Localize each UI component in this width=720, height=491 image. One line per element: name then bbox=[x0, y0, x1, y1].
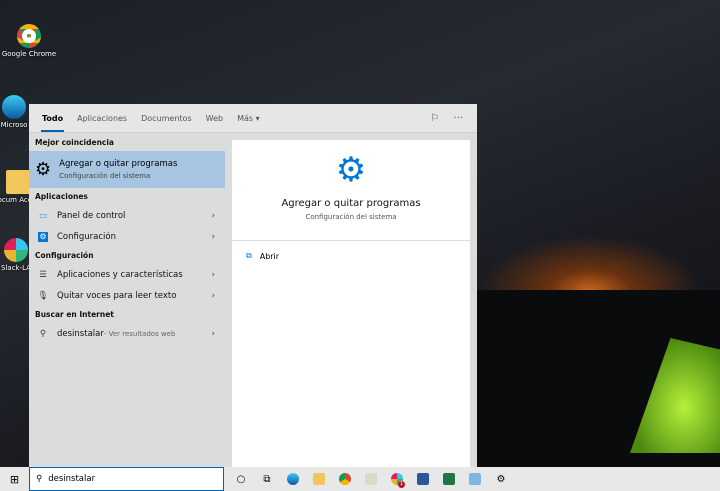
result-label: Quitar voces para leer texto bbox=[57, 290, 177, 301]
control-panel-icon: ▭ bbox=[38, 210, 48, 221]
desktop-icon-label: Slack-LA bbox=[1, 264, 31, 272]
more-options-icon[interactable]: ··· bbox=[453, 113, 463, 124]
result-configuracion[interactable]: ⚙ Configuración › bbox=[29, 226, 225, 247]
desktop-icon-label: Google Chrome bbox=[1, 50, 57, 58]
file-explorer-icon[interactable] bbox=[306, 467, 332, 491]
tab-todo[interactable]: Todo bbox=[35, 104, 70, 133]
results-list: Mejor coincidencia ⚙ Agregar o quitar pr… bbox=[29, 134, 225, 467]
taskbar-search-input[interactable]: ⚲ desinstalar bbox=[29, 467, 224, 491]
slack-icon[interactable]: 1 bbox=[384, 467, 410, 491]
search-icon: ⚲ bbox=[39, 328, 47, 339]
list-icon: ☰ bbox=[39, 269, 47, 280]
search-tabs: Todo Aplicaciones Documentos Web Más ▾ ⚐… bbox=[29, 104, 477, 133]
word-icon[interactable] bbox=[410, 467, 436, 491]
tab-web[interactable]: Web bbox=[199, 104, 230, 133]
open-label: Abrir bbox=[259, 251, 280, 261]
settings-icon[interactable]: ⚙ bbox=[488, 467, 514, 491]
excel-icon[interactable] bbox=[436, 467, 462, 491]
result-quitar-voces[interactable]: 🎙︎ Quitar voces para leer texto › bbox=[29, 285, 225, 306]
chevron-right-icon[interactable]: › bbox=[212, 270, 215, 280]
cortana-icon[interactable]: ○ bbox=[228, 467, 254, 491]
gear-icon: ⚙ bbox=[35, 159, 52, 180]
result-label: Configuración bbox=[57, 231, 116, 242]
tab-documentos[interactable]: Documentos bbox=[134, 104, 199, 133]
taskbar: ⊞ ⚲ desinstalar ○ ⧉ 1 ⚙ bbox=[0, 467, 720, 491]
open-action[interactable]: ⧉ Abrir bbox=[232, 241, 470, 271]
result-aplicaciones-caracteristicas[interactable]: ☰ Aplicaciones y características › bbox=[29, 264, 225, 285]
start-button[interactable]: ⊞ bbox=[0, 467, 29, 491]
best-match-subtitle: Configuración del sistema bbox=[59, 172, 151, 180]
settings-app-icon: ⚙ bbox=[38, 231, 48, 242]
remote-desktop-icon[interactable] bbox=[462, 467, 488, 491]
paint-icon[interactable] bbox=[358, 467, 384, 491]
result-web-search[interactable]: ⚲ desinstalar - Ver resultados web › bbox=[29, 323, 225, 344]
desktop-icon-label: Microso bbox=[0, 121, 28, 129]
notification-badge: 1 bbox=[398, 481, 405, 488]
best-match-title: Agregar o quitar programas bbox=[59, 159, 178, 169]
gear-icon: ⚙ bbox=[335, 150, 367, 190]
chrome-icon[interactable] bbox=[332, 467, 358, 491]
chevron-right-icon[interactable]: › bbox=[212, 232, 215, 242]
best-match-item[interactable]: ⚙ Agregar o quitar programas Configuraci… bbox=[29, 151, 225, 188]
preview-pane: ⚙ Agregar o quitar programas Configuraci… bbox=[232, 140, 470, 467]
chevron-right-icon[interactable]: › bbox=[212, 291, 215, 301]
web-query: desinstalar bbox=[57, 328, 104, 339]
tab-mas[interactable]: Más ▾ bbox=[230, 104, 267, 133]
preview-subtitle: Configuración del sistema bbox=[305, 213, 397, 221]
chevron-right-icon[interactable]: › bbox=[212, 329, 215, 339]
search-icon: ⚲ bbox=[36, 474, 43, 484]
preview-title: Agregar o quitar programas bbox=[281, 198, 421, 209]
desktop-icon-chrome[interactable]: Google Chrome bbox=[1, 24, 57, 58]
result-label: Panel de control bbox=[57, 210, 126, 221]
feedback-icon[interactable]: ⚐ bbox=[430, 113, 439, 124]
search-panel: Todo Aplicaciones Documentos Web Más ▾ ⚐… bbox=[29, 104, 477, 467]
section-apps: Aplicaciones bbox=[35, 192, 88, 201]
section-settings: Configuración bbox=[35, 251, 94, 260]
edge-icon[interactable] bbox=[280, 467, 306, 491]
search-value: desinstalar bbox=[48, 474, 96, 484]
open-icon: ⧉ bbox=[246, 251, 252, 260]
result-label: Aplicaciones y características bbox=[57, 269, 183, 280]
section-web: Buscar en Internet bbox=[35, 310, 114, 319]
section-best-match: Mejor coincidencia bbox=[35, 138, 114, 147]
microphone-icon: 🎙︎ bbox=[37, 290, 49, 301]
chevron-right-icon[interactable]: › bbox=[212, 211, 215, 221]
result-panel-de-control[interactable]: ▭ Panel de control › bbox=[29, 205, 225, 226]
task-view-icon[interactable]: ⧉ bbox=[254, 467, 280, 491]
web-suffix: - Ver resultados web bbox=[103, 329, 176, 338]
tab-aplicaciones[interactable]: Aplicaciones bbox=[70, 104, 134, 133]
